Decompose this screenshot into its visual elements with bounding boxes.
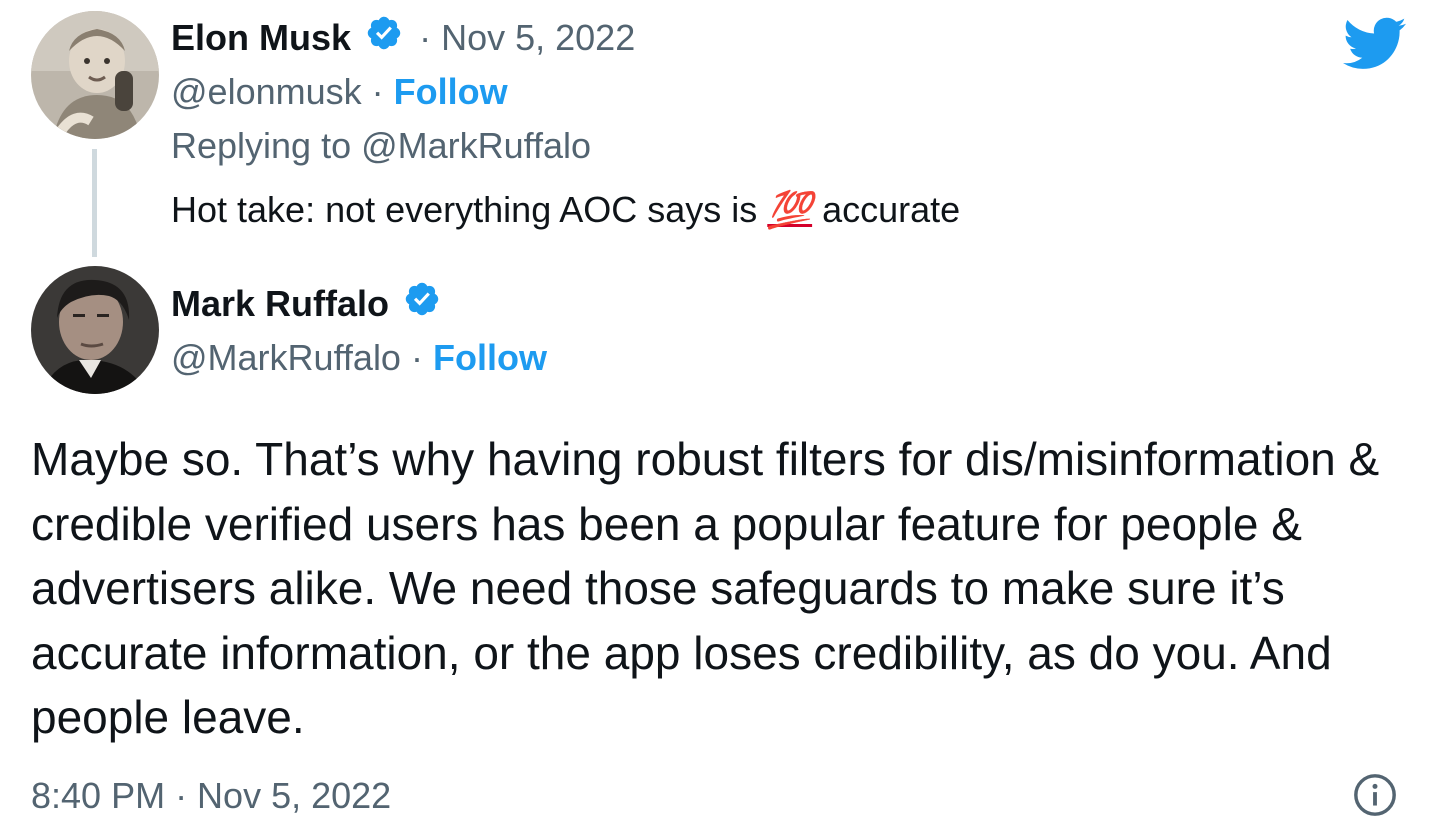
handle-elonmusk[interactable]: @elonmusk	[171, 71, 362, 112]
thread-connector-line	[92, 149, 97, 257]
parent-text-after: accurate	[822, 189, 961, 230]
follow-separator: ·	[371, 71, 384, 112]
hundred-points-icon: 💯	[767, 189, 813, 230]
parent-tweet-text: Hot take: not everything AOC says is 💯 a…	[171, 190, 960, 230]
tweet-timestamp[interactable]: 8:40 PM · Nov 5, 2022	[31, 775, 391, 817]
avatar-photo-elon-musk	[31, 11, 159, 139]
info-icon[interactable]	[1352, 772, 1398, 818]
parent-tweet-date[interactable]: Nov 5, 2022	[441, 17, 635, 58]
parent-text-before: Hot take: not everything AOC says is	[171, 189, 758, 230]
twitter-bird-icon[interactable]	[1343, 17, 1407, 73]
avatar-photo-mark-ruffalo	[31, 266, 159, 394]
follow-separator: ·	[410, 337, 423, 378]
avatar-elon-musk[interactable]	[31, 11, 159, 139]
follow-button-markruffalo[interactable]: Follow	[433, 337, 547, 378]
replying-to-label[interactable]: Replying to @MarkRuffalo	[171, 126, 591, 166]
parent-tweet-header: Elon Musk · Nov 5, 2022	[171, 17, 635, 60]
follow-button-elonmusk[interactable]: Follow	[394, 71, 508, 112]
verified-badge-icon	[365, 14, 403, 60]
main-tweet-header: Mark Ruffalo	[171, 283, 441, 326]
main-handle-row: @MarkRuffalo · Follow	[171, 338, 547, 378]
author-name-elon-musk[interactable]: Elon Musk	[171, 17, 351, 58]
author-name-mark-ruffalo[interactable]: Mark Ruffalo	[171, 283, 389, 324]
parent-handle-row: @elonmusk · Follow	[171, 72, 508, 112]
handle-markruffalo[interactable]: @MarkRuffalo	[171, 337, 401, 378]
verified-badge-icon	[403, 280, 441, 326]
main-tweet-text: Maybe so. That’s why having robust filte…	[31, 433, 1380, 743]
date-separator: ·	[419, 17, 432, 58]
avatar-mark-ruffalo[interactable]	[31, 266, 159, 394]
